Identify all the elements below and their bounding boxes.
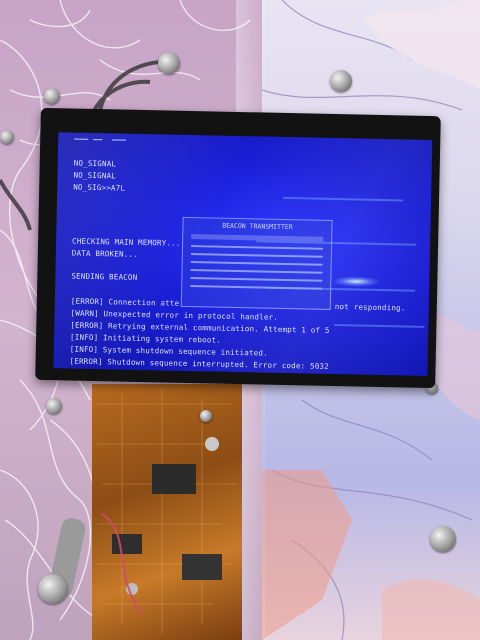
bolt-icon xyxy=(38,574,68,604)
terminal-line: NO_SIG>>A7L xyxy=(73,182,126,193)
log-line: [INFO] Initiating system reboot. xyxy=(70,332,222,345)
dialog-hex-grid xyxy=(190,245,324,290)
circuit-board-traces xyxy=(97,389,237,634)
log-line: [ERROR] Shutdown sequence interrupted. E… xyxy=(69,356,329,371)
scanline xyxy=(283,196,404,202)
dialog-title: BEACON TRANSMITTER xyxy=(222,221,293,232)
memory-check-line: CHECKING MAIN MEMORY... xyxy=(72,236,181,248)
monitor-screen: ▔▔▔ ▔▔ ▔▔▔ NO_SIGNAL NO_SIGNAL NO_SIG>>A… xyxy=(53,132,433,376)
light-reflection xyxy=(333,276,380,287)
photo-scene: ▔▔▔ ▔▔ ▔▔▔ NO_SIGNAL NO_SIGNAL NO_SIG>>A… xyxy=(0,0,480,640)
log-tail: not responding. xyxy=(334,302,406,313)
bolt-icon xyxy=(158,52,180,74)
sending-beacon-line: SENDING BEACON xyxy=(71,271,138,282)
bolt-icon xyxy=(46,398,62,414)
scanline xyxy=(334,324,425,328)
terminal-line: NO_SIGNAL xyxy=(73,170,117,181)
bolt-icon xyxy=(430,526,456,552)
bolt-icon xyxy=(0,130,14,144)
bolt-icon xyxy=(44,88,60,104)
noise-line: ▔▔▔ ▔▔ ▔▔▔ xyxy=(74,138,127,149)
log-line: [WARN] Unexpected error in protocol hand… xyxy=(70,308,279,322)
log-line: [INFO] System shutdown sequence initiate… xyxy=(69,344,268,358)
bolt-icon xyxy=(330,70,352,92)
monitor: ▔▔▔ ▔▔ ▔▔▔ NO_SIGNAL NO_SIGNAL NO_SIG>>A… xyxy=(35,107,441,389)
log-line: [ERROR] Connection atte xyxy=(70,296,180,308)
beacon-transmitter-dialog: BEACON TRANSMITTER xyxy=(180,216,333,310)
terminal-line: NO_SIGNAL xyxy=(73,158,117,169)
data-broken-line: DATA BROKEN... xyxy=(71,248,138,259)
bolt-icon xyxy=(200,410,212,422)
